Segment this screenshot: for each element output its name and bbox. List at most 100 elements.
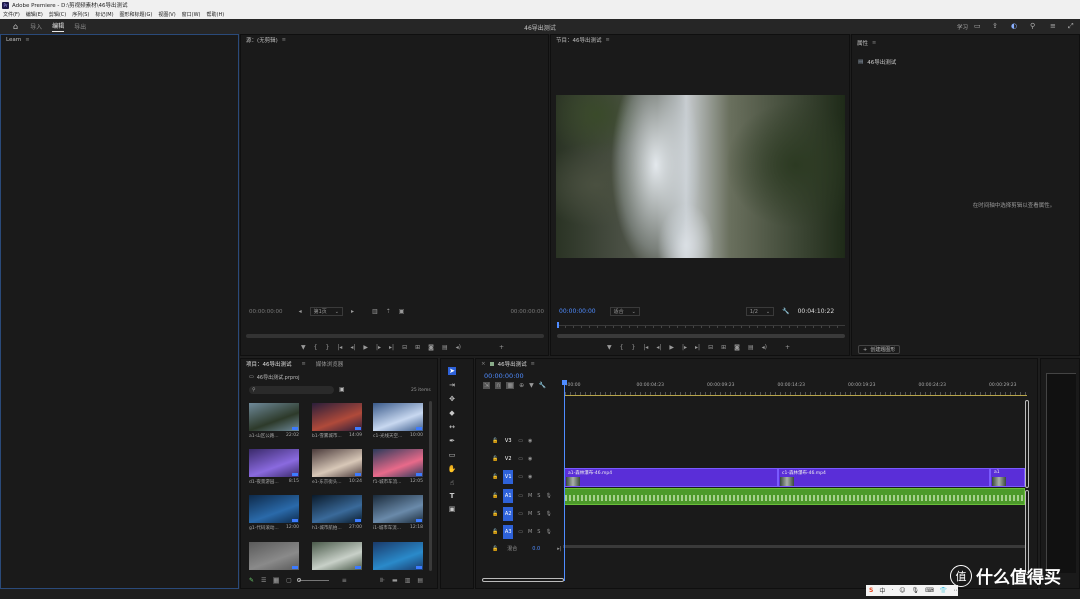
ime-logo-icon[interactable]: S: [869, 587, 873, 594]
add-button-icon[interactable]: +: [499, 344, 504, 351]
new-item-icon[interactable]: ▥: [405, 577, 411, 584]
solo-button[interactable]: S: [537, 529, 540, 535]
new-bin-footer-icon[interactable]: ▬: [392, 577, 398, 584]
create-graphic-button[interactable]: + 创建题图形: [858, 345, 901, 354]
type-tool-icon[interactable]: T: [448, 492, 456, 500]
tab-edit[interactable]: 编辑: [52, 21, 65, 32]
tab-export[interactable]: 导出: [74, 22, 86, 31]
caption-tool-icon[interactable]: ▣: [448, 505, 456, 513]
fit-select[interactable]: 适合 ⌄: [609, 307, 640, 316]
sync-lock-icon[interactable]: ▭: [518, 511, 523, 517]
eye-icon[interactable]: ◉: [528, 474, 532, 480]
panel-menu-icon[interactable]: ≡: [872, 40, 876, 46]
ime-voice-icon[interactable]: 🎙: [912, 587, 920, 594]
pencil-icon[interactable]: ✎: [249, 577, 254, 584]
workspace-icon[interactable]: ▭: [974, 22, 981, 30]
tab-import[interactable]: 导入: [30, 22, 42, 31]
menu-sequence[interactable]: 序列(S): [72, 11, 89, 18]
clip-v1-a[interactable]: a1-森林瀑布-46.mp4: [564, 468, 778, 487]
sort-icon[interactable]: ≡: [342, 577, 347, 584]
resolution-select[interactable]: 1/2 ⌄: [745, 307, 775, 316]
project-item[interactable]: g1-代码滚动... 12:00: [249, 495, 299, 531]
audio-icon[interactable]: ◂): [456, 344, 461, 351]
menu-edit[interactable]: 编辑(E): [26, 11, 43, 18]
play-icon[interactable]: ▶: [669, 344, 674, 351]
sync-lock-icon[interactable]: ▭: [518, 438, 523, 444]
audio-icon[interactable]: ◂): [762, 344, 767, 351]
ime-keyboard-icon[interactable]: ⌨: [925, 587, 934, 594]
lock-icon[interactable]: 🔓: [492, 493, 498, 499]
step-back-icon[interactable]: ◂|: [656, 344, 661, 351]
fullscreen-icon[interactable]: ⤢: [1068, 22, 1074, 31]
progress-icon[interactable]: ◐: [1011, 22, 1017, 30]
panel-menu-icon[interactable]: ≡: [606, 37, 610, 43]
hand-tool-icon[interactable]: ✋: [448, 465, 457, 473]
lock-icon[interactable]: 🔓: [492, 546, 498, 552]
eye-icon[interactable]: ◉: [528, 438, 532, 444]
icon-view-icon[interactable]: ▦: [273, 577, 280, 584]
go-to-out-icon[interactable]: ▸|: [695, 344, 700, 351]
source-timecode-in[interactable]: 00:00:00:00: [249, 309, 283, 315]
wrench-icon[interactable]: 🔧: [539, 382, 546, 389]
export-frame-icon[interactable]: ⇡: [386, 308, 391, 315]
trash-icon[interactable]: ▥: [372, 308, 378, 315]
tab-project[interactable]: 项目：46导出测试: [246, 360, 292, 368]
program-video-frame[interactable]: [556, 95, 845, 258]
timeline-tab[interactable]: 46导出测试: [498, 360, 527, 368]
comparison-icon[interactable]: ▤: [748, 344, 754, 351]
search-icon[interactable]: ⚲: [1030, 22, 1035, 30]
properties-panel-title[interactable]: 属性: [857, 39, 868, 47]
mark-out-icon[interactable]: }: [325, 344, 329, 351]
settings-icon[interactable]: ▣: [399, 308, 405, 315]
ime-chinese-mode[interactable]: 中: [879, 586, 885, 595]
program-scrubber[interactable]: [557, 334, 845, 338]
panel-menu-icon[interactable]: ≡: [25, 37, 29, 43]
mic-icon[interactable]: 🎙: [545, 511, 551, 517]
learn-panel-title[interactable]: Learn: [6, 37, 21, 43]
panel-menu-icon[interactable]: ≡: [302, 361, 306, 367]
ime-more-icon[interactable]: ⋯: [953, 587, 959, 594]
ime-punct[interactable]: ·: [891, 587, 893, 594]
linked-selection-icon[interactable]: ▦: [506, 382, 515, 389]
track-select-tool-icon[interactable]: ⇥: [448, 381, 456, 389]
solo-button[interactable]: S: [537, 493, 540, 499]
project-item[interactable]: h1-城市航拍... 27:00: [312, 495, 362, 531]
freeform-view-icon[interactable]: ▢: [286, 577, 292, 584]
button-editor-icon[interactable]: ▤: [442, 344, 448, 351]
home-icon[interactable]: ⌂: [13, 22, 18, 31]
razor-tool-icon[interactable]: ◆: [448, 409, 456, 417]
eye-icon[interactable]: ◉: [528, 456, 532, 462]
overwrite-icon[interactable]: ⊞: [415, 344, 420, 351]
step-forward-icon[interactable]: |▸: [376, 344, 381, 351]
timeline-playhead[interactable]: [564, 381, 565, 581]
menu-graphics[interactable]: 图形和标题(G): [120, 11, 153, 18]
sync-lock-icon[interactable]: ▭: [518, 493, 523, 499]
project-item[interactable]: f1-城市车流... 12:05: [373, 449, 423, 485]
project-item[interactable]: e1-东京街头... 10:24: [312, 449, 362, 485]
menu-marker[interactable]: 标记(M): [95, 11, 113, 18]
share-icon[interactable]: ⇪: [992, 22, 998, 30]
ime-skin-icon[interactable]: 👕: [940, 587, 947, 594]
source-panel-title[interactable]: 源：(无剪辑): [246, 36, 278, 44]
step-back-icon[interactable]: ◂|: [350, 344, 355, 351]
camera-icon[interactable]: ◙: [734, 344, 740, 351]
mark-in-icon[interactable]: {: [314, 344, 318, 351]
sync-lock-icon[interactable]: ▭: [518, 529, 523, 535]
camera-icon[interactable]: ◙: [428, 344, 434, 351]
ripple-edit-tool-icon[interactable]: ✥: [448, 395, 456, 403]
track-label[interactable]: V1: [503, 470, 514, 484]
track-label[interactable]: A2: [503, 507, 514, 521]
mix-value[interactable]: 0.0: [532, 546, 540, 552]
mix-skip-icon[interactable]: ▸|: [557, 546, 561, 552]
go-to-out-icon[interactable]: ▸|: [389, 344, 394, 351]
clip-v1-b[interactable]: c1-森林瀑布-46.mp4: [778, 468, 990, 487]
mute-button[interactable]: M: [528, 493, 532, 499]
timeline-v-scrollbar-top[interactable]: [1025, 400, 1029, 488]
step-forward-icon[interactable]: |▸: [682, 344, 687, 351]
mute-button[interactable]: M: [528, 511, 532, 517]
close-icon[interactable]: ×: [481, 361, 486, 367]
project-item[interactable]: c1-光线天空... 10:00: [373, 403, 423, 439]
list-view-icon[interactable]: ☰: [261, 577, 266, 584]
audio-clip-a1[interactable]: [564, 488, 1025, 505]
next-page-icon[interactable]: ▸: [351, 308, 354, 315]
